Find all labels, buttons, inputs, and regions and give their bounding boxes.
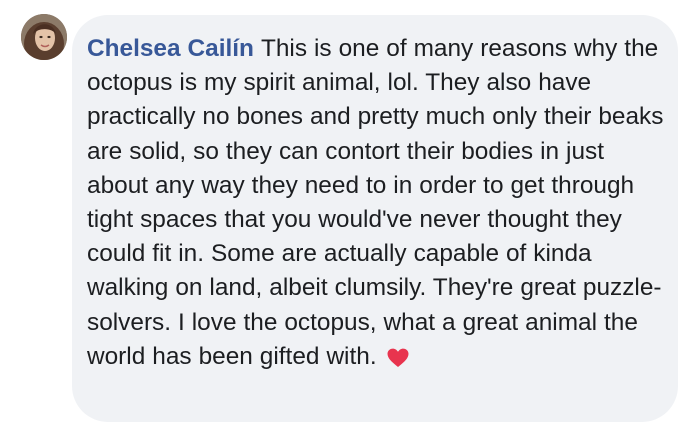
heart-icon bbox=[387, 344, 409, 367]
avatar-photo bbox=[21, 14, 67, 60]
comment-bubble: Chelsea Cailín This is one of many reason… bbox=[72, 15, 678, 422]
comment-text: This is one of many reasons why the octo… bbox=[87, 35, 664, 370]
author-name-link[interactable]: Chelsea Cailín bbox=[87, 35, 254, 62]
comment-body: Chelsea Cailín This is one of many reason… bbox=[87, 32, 664, 374]
comment: Chelsea Cailín This is one of many reason… bbox=[0, 0, 700, 438]
avatar[interactable] bbox=[21, 14, 67, 60]
